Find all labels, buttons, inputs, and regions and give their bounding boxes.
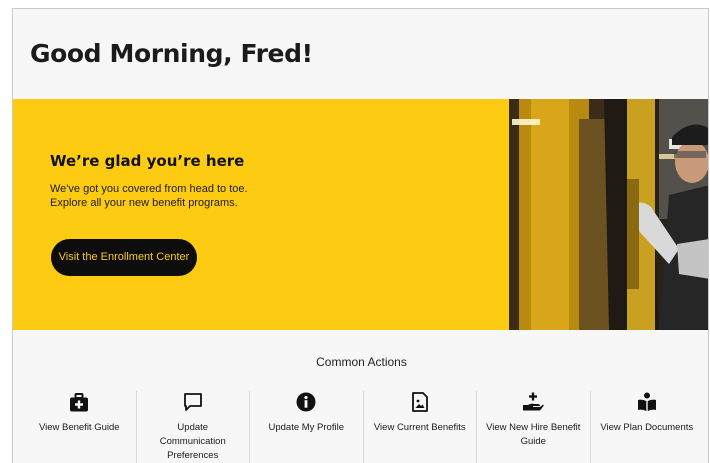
view-current-benefits-label: View Current Benefits [373,422,466,433]
hero-description-line-1: We've got you covered from head to toe. [50,183,248,195]
first-aid-kit-icon [68,391,90,413]
info-icon [295,391,317,413]
common-actions-title: Common Actions [316,355,407,369]
visit-enrollment-center-button[interactable]: Visit the Enrollment Center [51,239,197,276]
person-book-icon [636,391,658,413]
view-new-hire-benefit-guide-action[interactable]: View New Hire Benefit Guide [477,391,591,463]
update-communication-preferences-label: Update Communication Preferences [159,422,226,461]
hero-description-line-2: Explore all your new benefit programs. [50,197,238,209]
view-new-hire-benefit-guide-label: View New Hire Benefit Guide [486,422,581,447]
view-plan-documents-action[interactable]: View Plan Documents [591,391,704,463]
page-frame: Good Morning, Fred! We’re glad you’re he… [12,8,709,463]
view-plan-documents-label: View Plan Documents [600,422,694,433]
view-current-benefits-action[interactable]: View Current Benefits [364,391,477,463]
hand-plus-icon [522,391,544,413]
view-benefit-guide-label: View Benefit Guide [38,422,120,433]
view-benefit-guide-action[interactable]: View Benefit Guide [23,391,137,463]
hero-banner: We’re glad you’re here We've got you cov… [13,99,708,330]
hero-title: We’re glad you’re here [50,152,245,170]
chat-bubble-icon [182,391,204,413]
update-my-profile-action[interactable]: Update My Profile [250,391,364,463]
update-my-profile-label: Update My Profile [268,422,344,433]
update-communication-preferences-action[interactable]: Update Communication Preferences [137,391,250,463]
greeting-heading: Good Morning, Fred! [30,39,313,68]
hero-description: We've got you covered from head to toe. … [50,182,248,210]
common-actions-list: View Benefit Guide Update Communication … [23,391,703,463]
hero-worker-photo [509,99,708,330]
document-image-icon [409,391,431,413]
